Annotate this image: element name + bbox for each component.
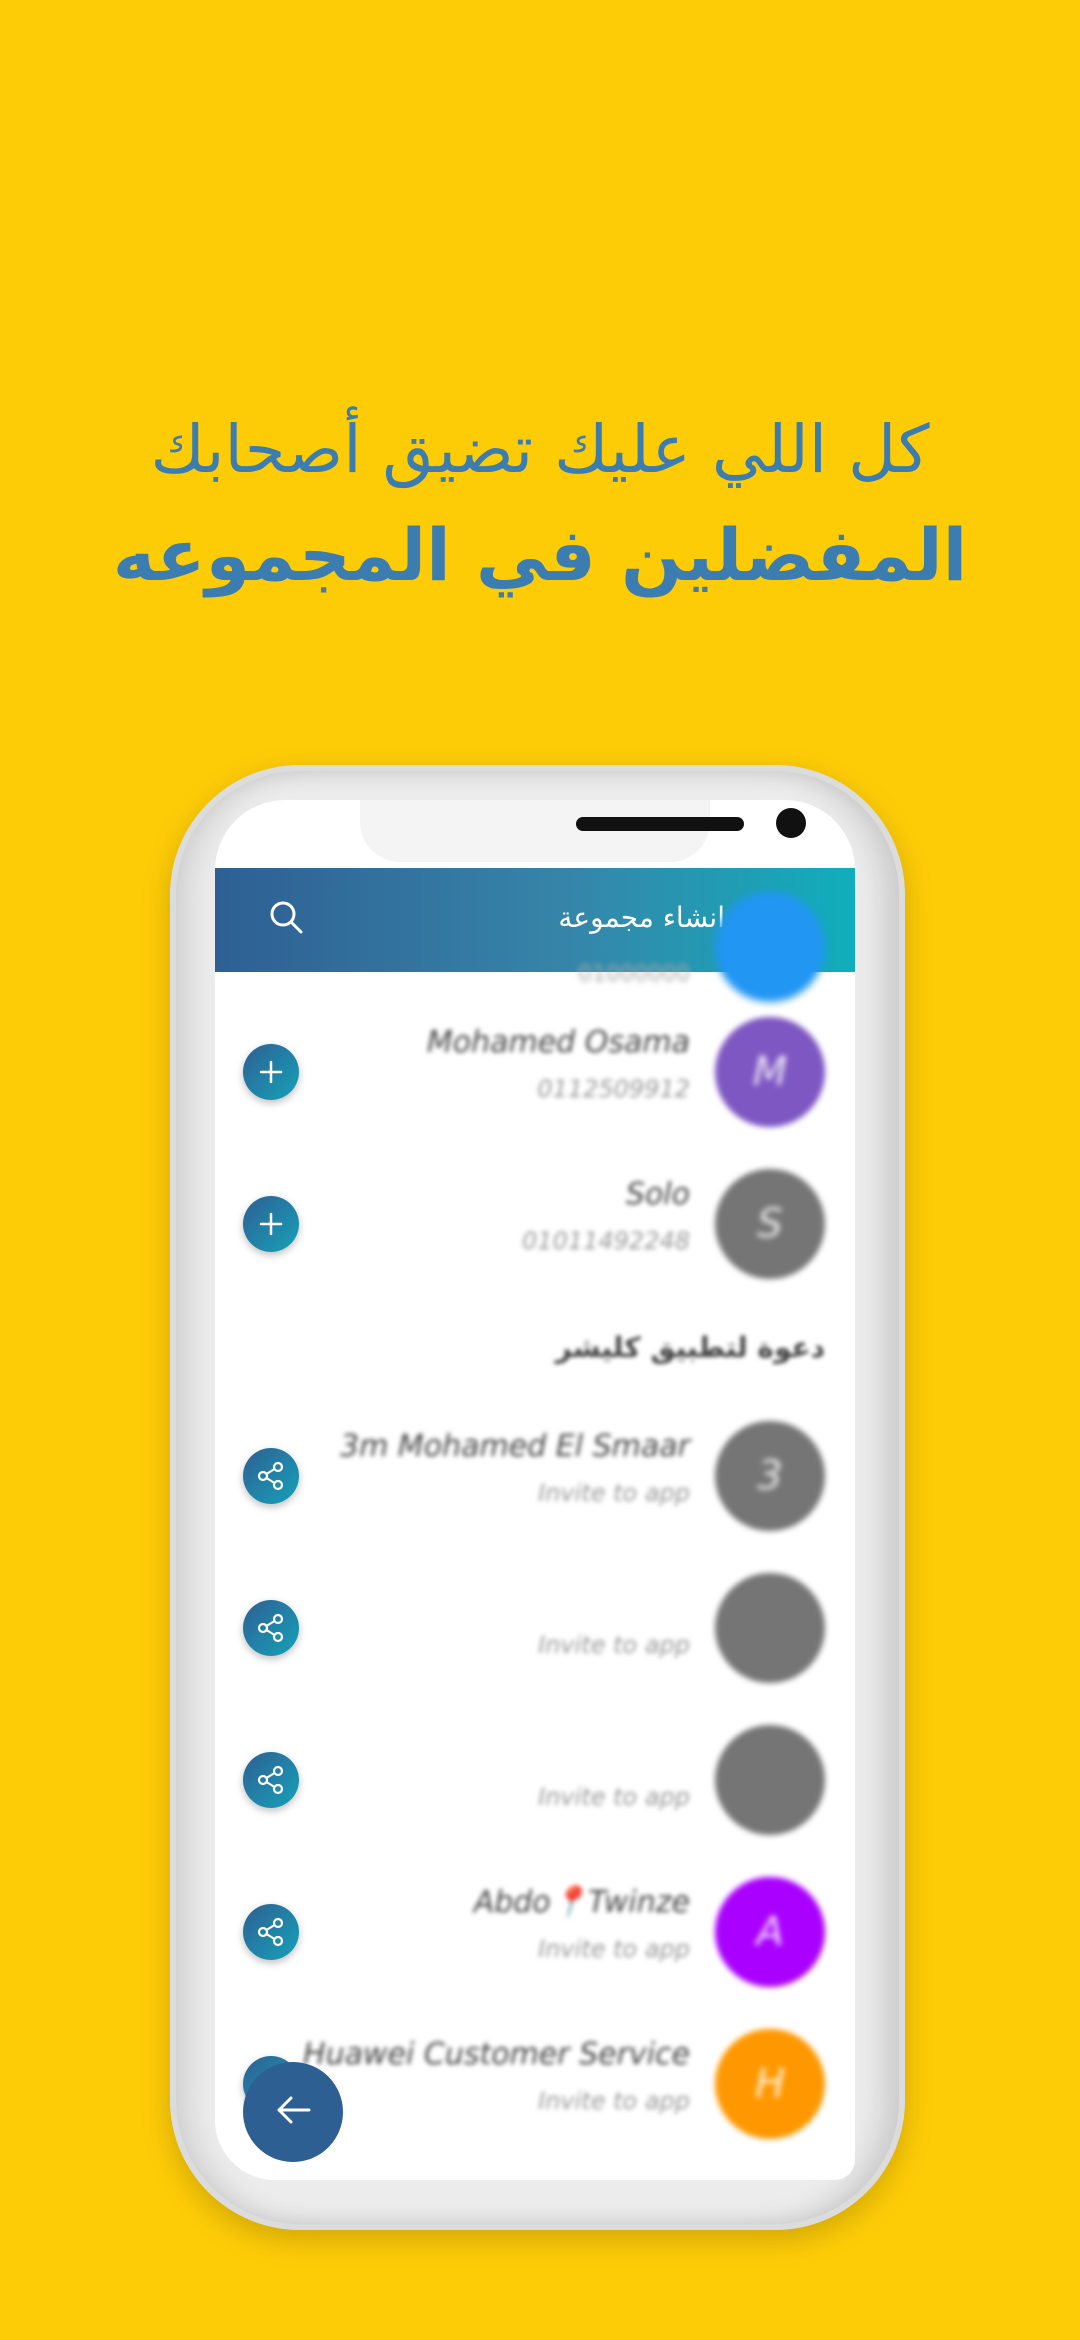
contact-list[interactable]: 01000000 M Mohamed Osama 0112509912 S Solo 01… bbox=[215, 892, 855, 2180]
plus-icon bbox=[259, 1212, 283, 1236]
avatar: S bbox=[715, 1169, 825, 1279]
contact-sub: 01000000 bbox=[578, 962, 690, 987]
avatar: H bbox=[715, 2029, 825, 2139]
avatar: M bbox=[715, 1017, 825, 1127]
share-invite-button[interactable] bbox=[243, 1448, 299, 1504]
share-invite-button[interactable] bbox=[243, 1600, 299, 1656]
contact-name: Huawei Customer Service bbox=[303, 2037, 690, 2072]
contact-sub: 0112509912 bbox=[537, 1075, 690, 1103]
share-icon bbox=[257, 1613, 284, 1643]
contact-sub: 01011492248 bbox=[522, 1227, 690, 1255]
app-bar-title: انشاء مجموعة bbox=[558, 901, 725, 934]
contact-name: 3m Mohamed El Smaar bbox=[340, 1429, 690, 1464]
speaker bbox=[576, 817, 744, 831]
front-camera bbox=[776, 808, 806, 838]
contact-sub: Invite to app bbox=[538, 1783, 690, 1811]
promo-headline: كل اللي عليك تضيق أصحابك المفضلين في الم… bbox=[0, 400, 1080, 610]
invite-row[interactable]: Invite to app bbox=[215, 1553, 855, 1703]
search-icon[interactable] bbox=[265, 896, 309, 940]
back-fab[interactable] bbox=[243, 2062, 343, 2162]
contact-name: Solo bbox=[625, 1177, 690, 1212]
share-invite-button[interactable] bbox=[243, 1904, 299, 1960]
invite-section-title: دعوة لتطبيق كليشر bbox=[555, 1331, 825, 1364]
invite-row[interactable]: Invite to app bbox=[215, 1705, 855, 1855]
contact-sub: Invite to app bbox=[538, 1479, 690, 1507]
share-icon bbox=[257, 1461, 284, 1491]
contact-sub: Invite to app bbox=[538, 1631, 690, 1659]
invite-row[interactable]: A Abdo📍Twinze Invite to app bbox=[215, 1857, 855, 2007]
headline-line-1: كل اللي عليك تضيق أصحابك bbox=[150, 411, 930, 488]
avatar: A bbox=[715, 1877, 825, 1987]
avatar: 3 bbox=[715, 1421, 825, 1531]
add-contact-button[interactable] bbox=[243, 1044, 299, 1100]
share-invite-button[interactable] bbox=[243, 1752, 299, 1808]
phone-screen: انشاء مجموعة 01000000 M Mohamed Osama 0112… bbox=[215, 800, 855, 2180]
contact-row[interactable]: M Mohamed Osama 0112509912 bbox=[215, 997, 855, 1147]
contact-sub: Invite to app bbox=[538, 1935, 690, 1963]
arrow-left-icon bbox=[277, 2096, 311, 2124]
phone-notch bbox=[215, 800, 855, 868]
contact-row[interactable]: S Solo 01011492248 bbox=[215, 1149, 855, 1299]
plus-icon bbox=[259, 1060, 283, 1084]
share-icon bbox=[257, 1917, 284, 1947]
contact-name: Abdo📍Twinze bbox=[473, 1885, 690, 1920]
invite-row[interactable]: 3 3m Mohamed El Smaar Invite to app bbox=[215, 1401, 855, 1551]
contact-name: Mohamed Osama bbox=[426, 1025, 690, 1060]
contact-sub: Invite to app bbox=[538, 2087, 690, 2115]
avatar bbox=[715, 892, 825, 1002]
avatar bbox=[715, 1725, 825, 1835]
add-contact-button[interactable] bbox=[243, 1196, 299, 1252]
notch-bump bbox=[360, 800, 806, 862]
share-icon bbox=[257, 1765, 284, 1795]
headline-line-2: المفضلين في المجموعه bbox=[112, 513, 968, 597]
avatar bbox=[715, 1573, 825, 1683]
